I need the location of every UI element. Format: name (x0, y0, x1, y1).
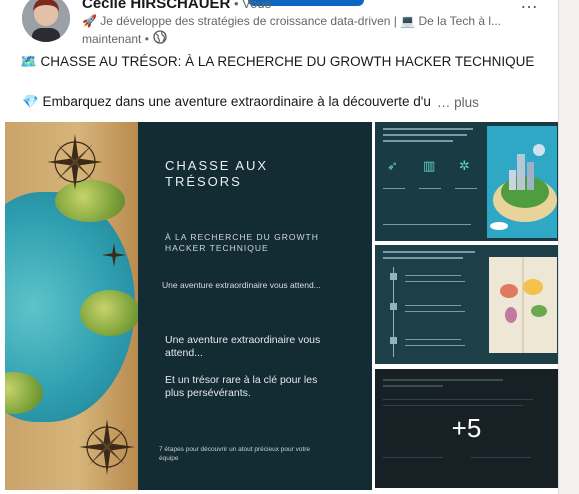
timeline-marker (390, 337, 397, 344)
slide-paragraph-2: Et un trésor rare à la clé pour les plus… (165, 374, 318, 399)
author-headline: 🚀 Je développe des stratégies de croissa… (82, 14, 501, 28)
slide-title: CHASSE AUX TRÉSORS (165, 158, 269, 189)
more-images-overlay[interactable]: +5 (375, 369, 558, 488)
timeline-marker (390, 273, 397, 280)
slide-footer: 7 étapes pour découvrir un atout précieu… (159, 446, 311, 462)
treasure-map-illustration (5, 122, 138, 490)
compass-rose-icon (47, 134, 103, 190)
thumbnail-slide-1[interactable]: ➶ ▥ ✲ (375, 122, 558, 241)
timestamp: maintenant • (82, 31, 149, 46)
compass-rose-icon (79, 419, 135, 475)
small-compass-icon (102, 243, 126, 267)
slide-paragraph-1: Une aventure extraordinaire vous attend.… (165, 334, 321, 359)
see-more-link[interactable]: … plus (437, 95, 479, 110)
post-text-line-2-text: 💎 Embarquez dans une aventure extraordin… (22, 94, 431, 109)
author-name[interactable]: Cécile HIRSCHAUER • Vous (82, 0, 271, 12)
post-text-line-1: 🗺️ CHASSE AU TRÉSOR: À LA RECHERCHE DU G… (20, 54, 535, 69)
bar-chart-icon: ▥ (423, 158, 436, 173)
avatar-image (22, 0, 70, 42)
post-media-gallery: CHASSE AUX TRÉSORS À LA RECHERCHE DU GRO… (5, 122, 558, 490)
island-city-illustration (487, 126, 557, 238)
author-name-text: Cécile HIRSCHAUER (82, 0, 231, 12)
more-options-icon[interactable]: … (520, 0, 539, 13)
globe-icon (153, 30, 167, 47)
world-map-book-illustration (489, 257, 557, 353)
author-you-label: • Vous (230, 0, 272, 11)
avatar[interactable] (22, 0, 70, 42)
timeline-marker (390, 303, 397, 310)
thumbnail-slide-2[interactable] (375, 245, 558, 364)
gear-icon: ✲ (459, 158, 470, 173)
post-text-line-2: 💎 Embarquez dans une aventure extraordin… (22, 94, 479, 110)
main-slide-image[interactable]: CHASSE AUX TRÉSORS À LA RECHERCHE DU GRO… (5, 122, 372, 490)
post-card: Cécile HIRSCHAUER • Vous … 🚀 Je développ… (0, 0, 559, 494)
post-meta: maintenant • (82, 30, 167, 47)
rocket-icon: ➶ (387, 158, 398, 173)
slide-tagline: Une aventure extraordinaire vous attend.… (162, 280, 321, 290)
slide-subtitle: À LA RECHERCHE DU GROWTH HACKER TECHNIQU… (165, 232, 319, 253)
